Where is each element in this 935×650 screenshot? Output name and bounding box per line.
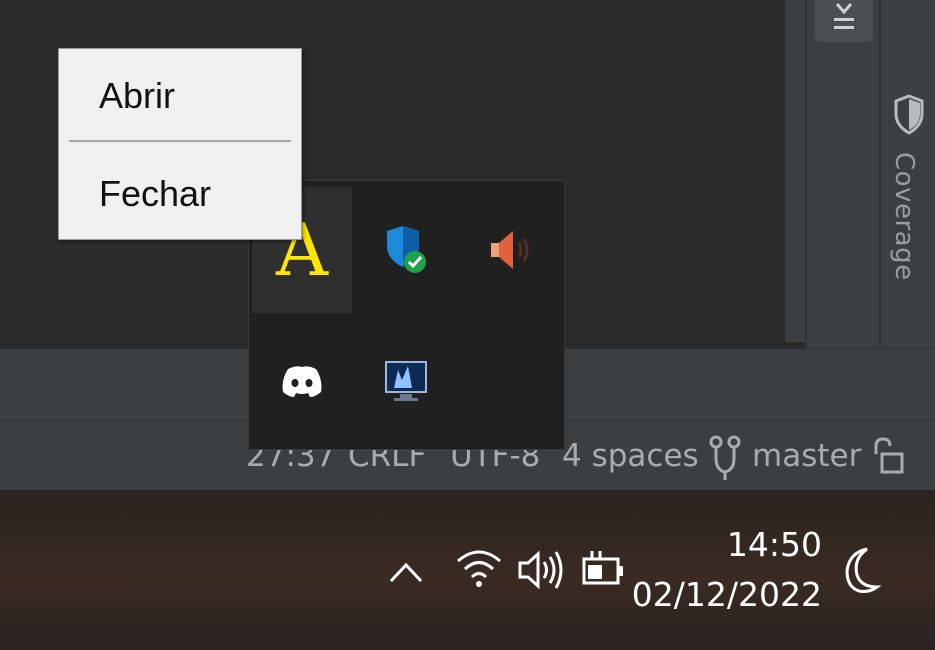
git-branch[interactable]: master — [752, 438, 861, 474]
moon-icon[interactable] — [843, 545, 883, 595]
coverage-tool-tab[interactable]: Coverage — [887, 92, 927, 322]
shield-icon — [894, 94, 924, 135]
git-branch-icon — [709, 435, 741, 480]
volume-icon[interactable] — [516, 547, 566, 593]
right-tool-strip: Coverage — [805, 0, 935, 348]
tray-item-monitor[interactable] — [356, 319, 456, 445]
strip-divider — [805, 0, 807, 348]
strip-divider — [879, 0, 881, 348]
coverage-label: Coverage — [889, 152, 919, 281]
wifi-icon[interactable] — [454, 545, 504, 591]
menu-item-fechar[interactable]: Fechar — [99, 173, 211, 215]
clock-date[interactable]: 02/12/2022 — [632, 575, 822, 614]
editor-scrollbar[interactable] — [785, 0, 805, 342]
tray-item-speaker[interactable] — [460, 187, 560, 313]
clock-time[interactable]: 14:50 — [727, 525, 822, 564]
indent-setting[interactable]: 4 spaces — [562, 438, 699, 474]
strip-tool-button[interactable] — [815, 0, 873, 42]
tray-context-menu: Abrir Fechar — [58, 48, 302, 240]
menu-separator — [69, 140, 291, 142]
speaker-muted-icon — [491, 231, 529, 269]
download-icon — [834, 3, 854, 29]
windows-security-icon — [387, 226, 426, 273]
battery-charging-icon[interactable] — [578, 547, 628, 593]
chevron-up-icon[interactable] — [386, 555, 426, 589]
unlock-icon[interactable] — [870, 436, 906, 476]
discord-icon — [282, 366, 322, 397]
monitor-app-icon — [385, 361, 427, 401]
tray-item-discord[interactable] — [252, 319, 352, 445]
menu-item-abrir[interactable]: Abrir — [99, 75, 175, 117]
tray-item-security[interactable] — [356, 187, 456, 313]
